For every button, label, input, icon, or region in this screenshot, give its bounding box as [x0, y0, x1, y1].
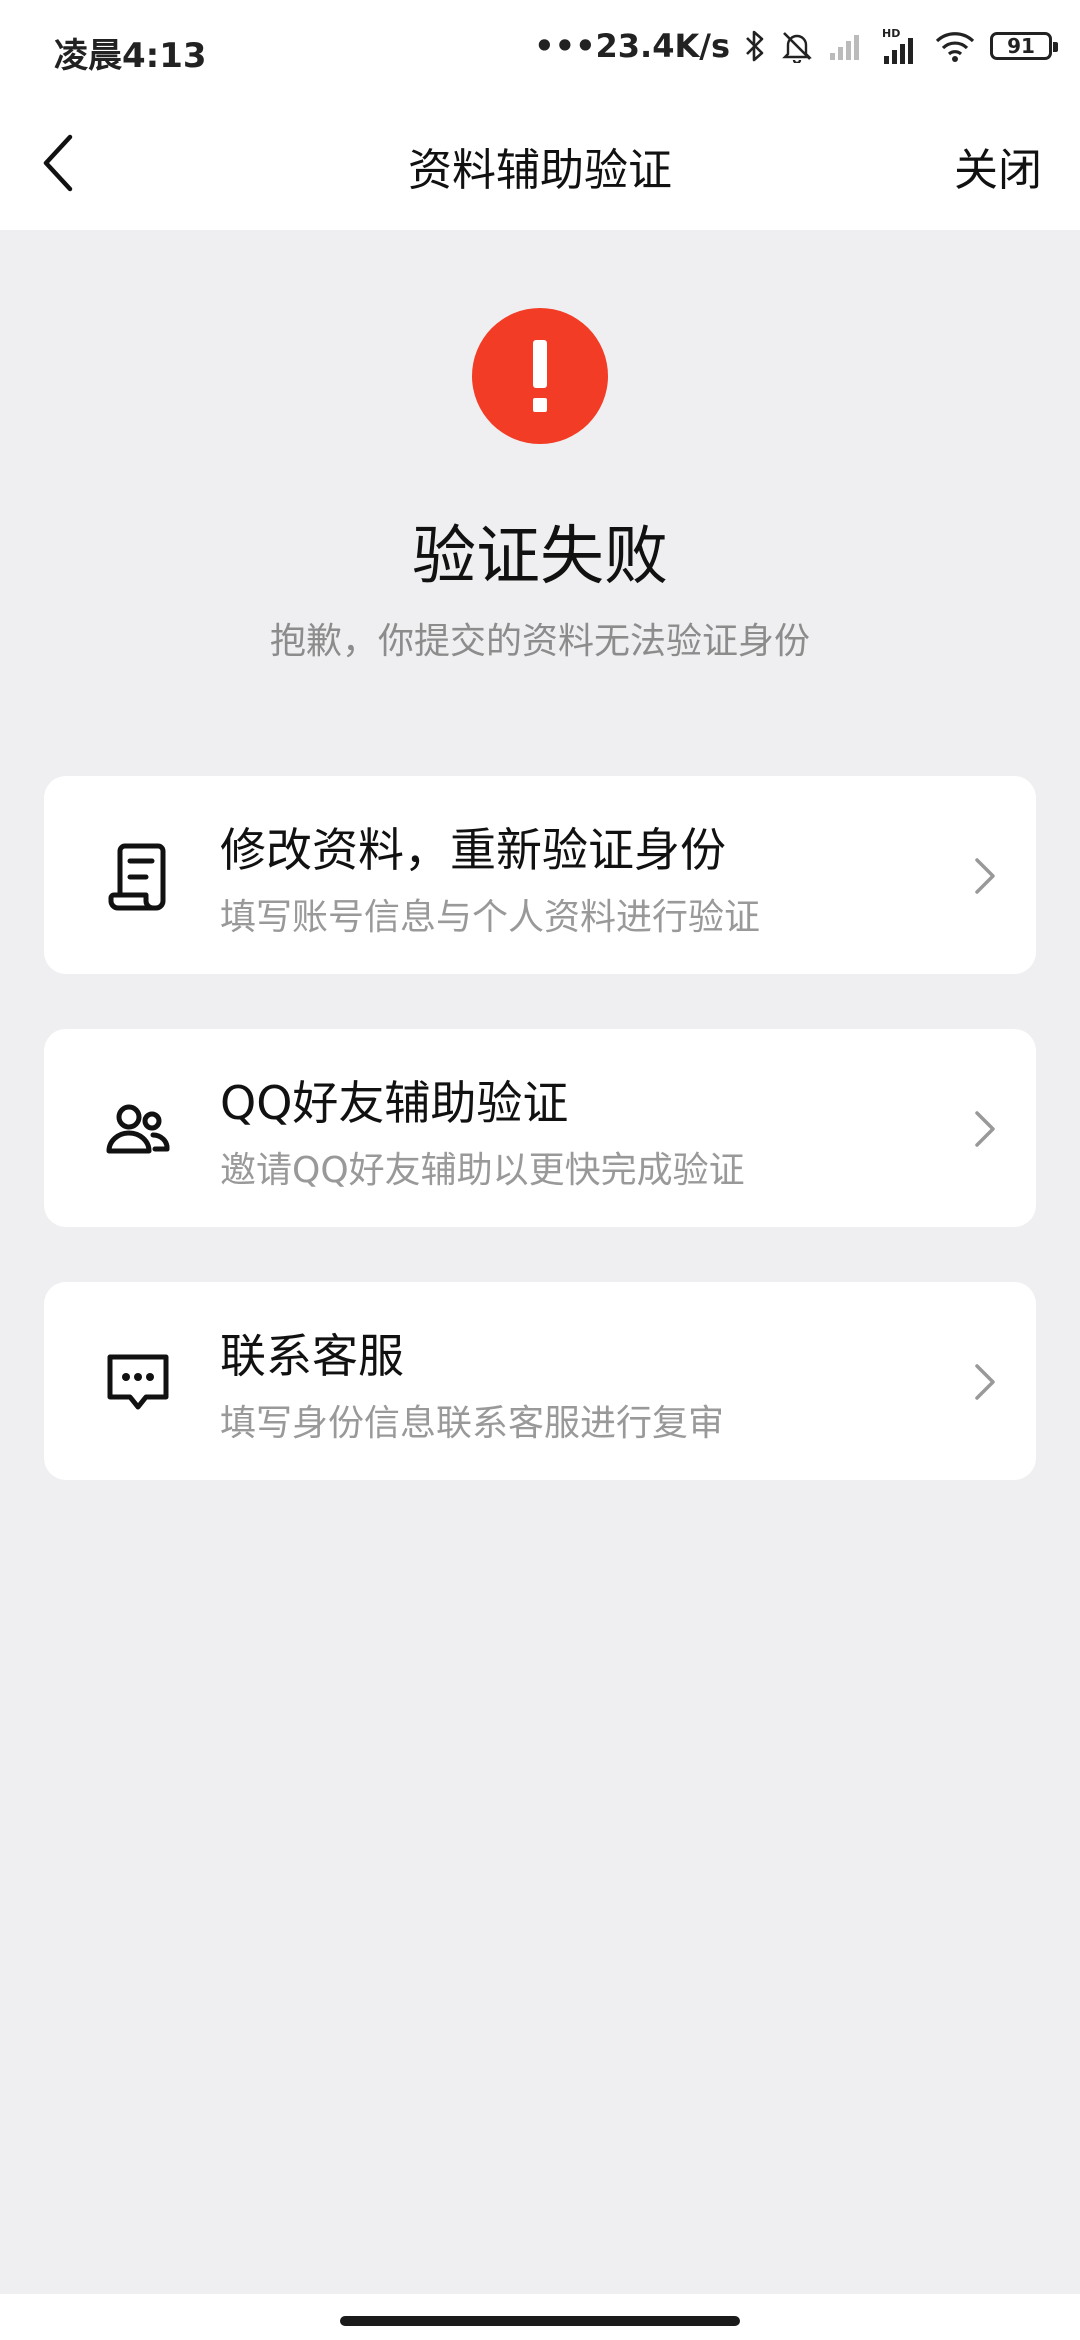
friends-icon	[102, 1093, 174, 1165]
signal-weak-icon	[828, 31, 866, 61]
status-time: 凌晨4:13	[54, 36, 207, 76]
option-title: QQ好友辅助验证	[220, 1076, 569, 1130]
document-icon	[102, 840, 174, 912]
svg-text:HD: HD	[882, 27, 900, 40]
status-icons: •••23.4K/s HD 91	[534, 22, 1058, 70]
home-indicator[interactable]	[340, 2316, 740, 2326]
option-subtitle: 填写身份信息联系客服进行复审	[220, 1403, 725, 1444]
option-title: 修改资料，重新验证身份	[220, 823, 726, 877]
status-bar: 凌晨4:13 •••23.4K/s HD 91	[0, 0, 1080, 92]
mute-bell-icon	[780, 29, 814, 63]
network-speed: •••23.4K/s	[534, 27, 730, 65]
result-title: 验证失败	[412, 520, 668, 594]
chevron-right-icon	[970, 1107, 1000, 1151]
exclamation-icon	[472, 308, 608, 444]
chevron-right-icon	[970, 1360, 1000, 1404]
navigation-bar: 资料辅助验证 关闭	[0, 92, 1080, 230]
option-title: 联系客服	[220, 1329, 404, 1383]
signal-hd-icon: HD	[880, 26, 920, 66]
battery-level: 91	[1007, 34, 1035, 58]
close-button[interactable]: 关闭	[954, 134, 1042, 198]
page-title: 资料辅助验证	[408, 145, 672, 196]
result-subtitle: 抱歉，你提交的资料无法验证身份	[269, 621, 810, 662]
option-subtitle: 邀请QQ好友辅助以更快完成验证	[220, 1150, 745, 1191]
wifi-icon	[934, 29, 976, 63]
option-contact-support[interactable]: 联系客服 填写身份信息联系客服进行复审	[44, 1282, 1036, 1480]
option-edit-info[interactable]: 修改资料，重新验证身份 填写账号信息与个人资料进行验证	[44, 776, 1036, 974]
chevron-right-icon	[970, 854, 1000, 898]
option-subtitle: 填写账号信息与个人资料进行验证	[220, 897, 761, 938]
bluetooth-icon	[744, 29, 766, 63]
battery-icon: 91	[990, 32, 1058, 60]
option-qq-friend-verify[interactable]: QQ好友辅助验证 邀请QQ好友辅助以更快完成验证	[44, 1029, 1036, 1227]
chat-icon	[102, 1346, 174, 1418]
